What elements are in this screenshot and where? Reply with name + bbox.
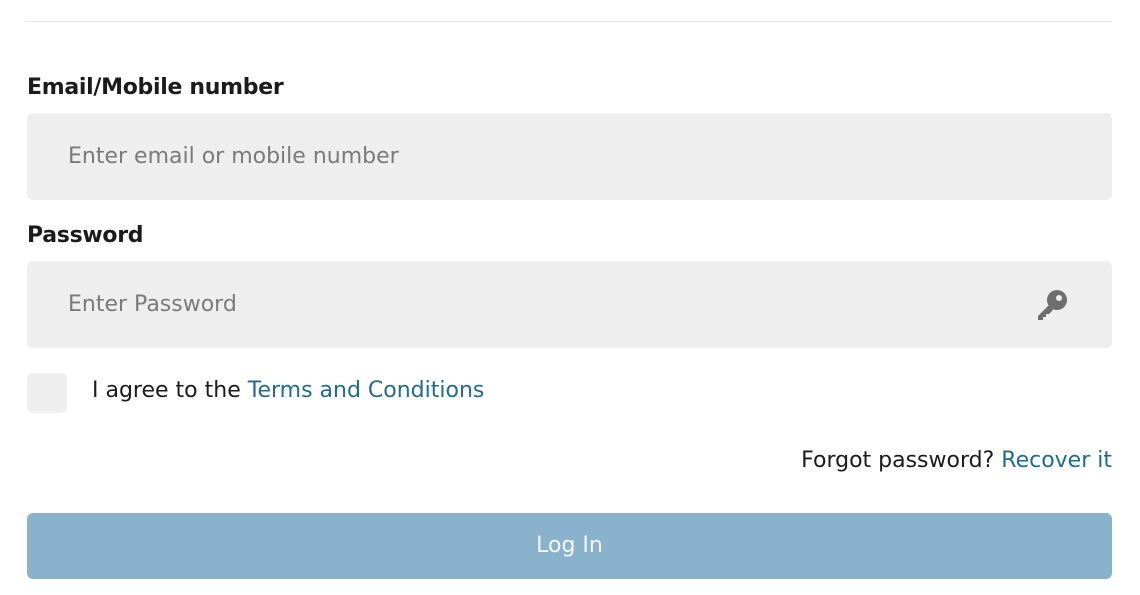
- password-field[interactable]: [27, 261, 1112, 348]
- terms-text: I agree to the: [92, 378, 241, 403]
- recover-link[interactable]: Recover it: [1001, 448, 1112, 473]
- email-field[interactable]: [27, 113, 1112, 200]
- terms-link[interactable]: Terms and Conditions: [248, 378, 485, 403]
- email-field-container: [27, 113, 1112, 200]
- forgot-password-text: Forgot password?: [801, 448, 995, 473]
- login-form: Email/Mobile number Password I agree to …: [0, 0, 1140, 595]
- top-divider: [27, 21, 1112, 22]
- email-label: Email/Mobile number: [27, 75, 284, 100]
- forgot-password: Forgot password? Recover it: [801, 448, 1112, 473]
- terms-agreement: I agree to the Terms and Conditions: [92, 378, 484, 403]
- password-field-container: [27, 261, 1112, 348]
- login-button[interactable]: Log In: [27, 513, 1112, 579]
- password-label: Password: [27, 223, 144, 248]
- terms-checkbox[interactable]: [27, 373, 67, 413]
- key-icon[interactable]: [1034, 289, 1068, 321]
